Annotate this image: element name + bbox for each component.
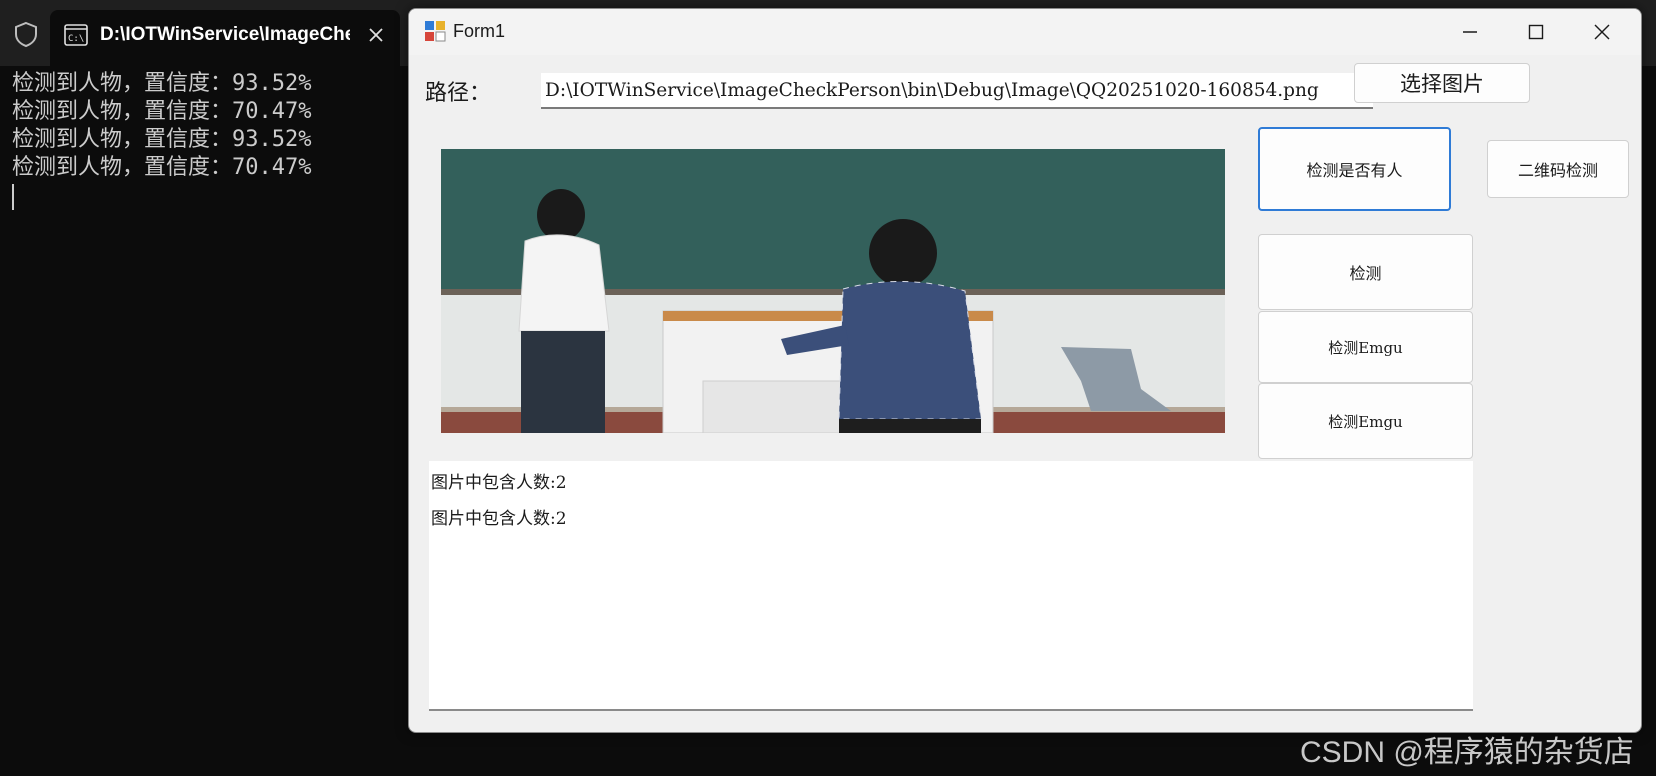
log-line: 图片中包含人数:2	[431, 473, 567, 493]
choose-image-button[interactable]: 选择图片	[1354, 63, 1530, 103]
image-preview	[441, 149, 1225, 433]
terminal-cursor	[12, 184, 14, 210]
terminal-line: 检测到人物，置信度：70.47%	[12, 155, 312, 180]
terminal-tab[interactable]: C:\ D:\IOTWinService\ImageChecl	[50, 10, 400, 66]
detect-person-button[interactable]: 检测是否有人	[1258, 127, 1451, 211]
close-icon	[1594, 24, 1610, 40]
terminal-line: 检测到人物，置信度：93.52%	[12, 71, 312, 96]
form-app-icon	[425, 21, 446, 42]
svg-text:C:\: C:\	[68, 34, 84, 44]
close-icon[interactable]	[365, 24, 387, 46]
log-line: 图片中包含人数:2	[431, 509, 567, 529]
terminal-icon: C:\	[64, 24, 88, 46]
result-log[interactable]: 图片中包含人数:2 图片中包含人数:2	[429, 461, 1473, 711]
path-label: 路径：	[425, 81, 492, 106]
qrcode-detect-button[interactable]: 二维码检测	[1487, 140, 1629, 198]
classroom-photo	[441, 149, 1225, 433]
maximize-button[interactable]	[1503, 9, 1569, 55]
terminal-line: 检测到人物，置信度：70.47%	[12, 99, 312, 124]
terminal-line: 检测到人物，置信度：93.52%	[12, 127, 312, 152]
desktop: C:\ D:\IOTWinService\ImageChecl 检测到人物，置信…	[0, 0, 1656, 776]
minimize-icon	[1463, 31, 1477, 33]
form-window: Form1 路径： 选择图片	[408, 8, 1642, 733]
maximize-icon	[1528, 24, 1544, 40]
detect-emgu-button-2[interactable]: 检测Emgu	[1258, 383, 1473, 459]
form-titlebar[interactable]: Form1	[409, 9, 1641, 55]
watermark: CSDN @程序猿的杂货店	[1300, 736, 1634, 769]
detect-emgu-button[interactable]: 检测Emgu	[1258, 311, 1473, 383]
close-button[interactable]	[1569, 9, 1635, 55]
path-input[interactable]	[541, 73, 1373, 109]
terminal-tab-title: D:\IOTWinService\ImageChecl	[100, 24, 350, 45]
detect-button[interactable]: 检测	[1258, 234, 1473, 310]
shield-icon[interactable]	[12, 20, 40, 48]
minimize-button[interactable]	[1437, 9, 1503, 55]
terminal-output: 检测到人物，置信度：93.52% 检测到人物，置信度：70.47% 检测到人物，…	[12, 70, 402, 210]
window-title: Form1	[453, 21, 506, 41]
